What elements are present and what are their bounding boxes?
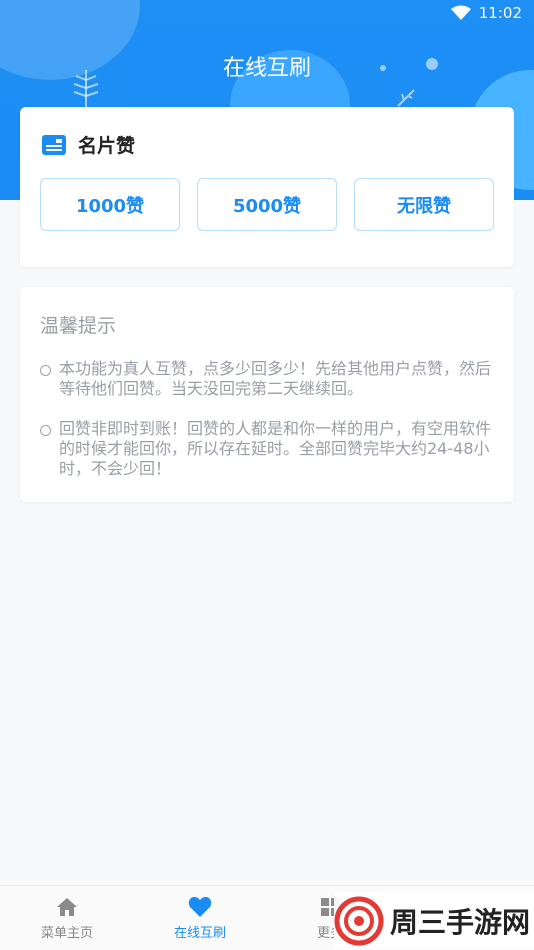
watermark: 周三手游网 (334, 892, 534, 949)
like-5000-button[interactable]: 5000赞 (197, 178, 337, 231)
leaf-decor-icon (397, 89, 415, 107)
page-title: 在线互刷 (222, 56, 311, 81)
status-bar: 11:02 (450, 4, 522, 22)
tip-text: 本功能为真人互赞，点多少回多少！先给其他用户点赞，然后等待他们回赞。当天没回完第… (59, 359, 492, 398)
tab-home[interactable]: 菜单主页 (7, 896, 127, 941)
tip-item: 回赞非即时到账！回赞的人都是和你一样的用户，有空用软件的时候才能回你，所以存在延… (40, 419, 496, 479)
tip-item: 本功能为真人互赞，点多少回多少！先给其他用户点赞，然后等待他们回赞。当天没回完第… (40, 359, 496, 399)
tips-card: 温馨提示 本功能为真人互赞，点多少回多少！先给其他用户点赞，然后等待他们回赞。当… (20, 287, 514, 502)
wifi-icon (450, 5, 471, 20)
tab-online[interactable]: 在线互刷 (140, 896, 260, 941)
bullet-circle-icon (40, 365, 51, 376)
status-time: 11:02 (478, 4, 522, 22)
watermark-logo-icon (334, 896, 384, 945)
tab-label: 在线互刷 (173, 926, 226, 941)
like-1000-button[interactable]: 1000赞 (40, 178, 180, 231)
tips-title: 温馨提示 (40, 315, 117, 337)
like-unlimited-button[interactable]: 无限赞 (354, 178, 494, 231)
tip-text: 回赞非即时到账！回赞的人都是和你一样的用户，有空用软件的时候才能回你，所以存在延… (59, 419, 492, 478)
watermark-text: 周三手游网 (390, 905, 531, 939)
bullet-circle-icon (40, 425, 51, 436)
card-icon (42, 134, 66, 155)
heart-icon (188, 896, 212, 917)
home-icon (57, 898, 77, 916)
card-title: 名片赞 (78, 135, 136, 157)
like-card: 名片赞 1000赞 5000赞 无限赞 (20, 107, 514, 267)
tab-label: 菜单主页 (40, 926, 93, 941)
